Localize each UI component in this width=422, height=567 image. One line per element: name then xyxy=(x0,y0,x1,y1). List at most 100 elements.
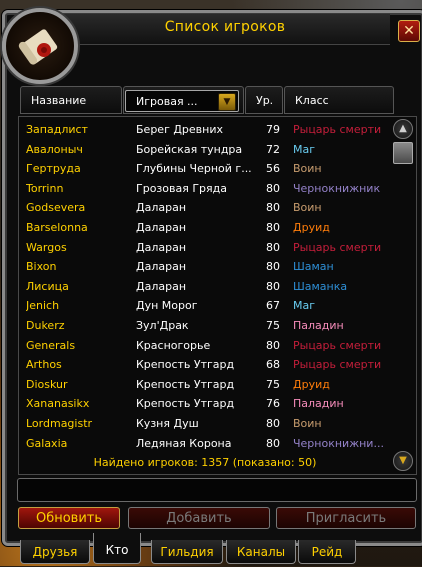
player-zone: Грозовая Гряда xyxy=(136,181,227,195)
player-zone: Борейская тундра xyxy=(136,142,243,156)
player-class: Рыцарь смерти xyxy=(293,123,382,136)
tab-who[interactable]: Кто xyxy=(93,533,141,564)
table-row[interactable]: Generals Красногорье 80 Рыцарь смерти xyxy=(20,336,390,356)
player-class: Рыцарь смерти xyxy=(293,338,382,352)
player-name: Godsevera xyxy=(26,201,86,215)
table-row[interactable]: Dukerz Зул'Драк 75 Паладин xyxy=(20,316,390,336)
tab-channels[interactable]: Каналы xyxy=(226,540,296,564)
player-zone: Глубины Черной г... xyxy=(136,162,252,176)
zone-column-label: Игровая ... xyxy=(136,95,198,108)
table-row[interactable]: Лисица Даларан 80 Шаманка xyxy=(20,277,390,297)
window-title: Список игроков xyxy=(164,19,286,35)
player-class: Друид xyxy=(293,377,330,391)
scroll-thumb[interactable] xyxy=(393,142,413,164)
invite-button: Пригласить xyxy=(276,507,416,529)
player-zone: Кузня Душ xyxy=(136,417,199,430)
player-level: 80 xyxy=(266,279,280,293)
table-row[interactable]: Западлист Берег Древних 79 Рыцарь смерти xyxy=(20,120,390,140)
table-row[interactable]: Bixon Даларан 80 Шаман xyxy=(20,257,390,277)
list-scrollbar[interactable]: ▲ ▼ xyxy=(391,117,413,472)
table-row[interactable]: Torrinn Грозовая Гряда 80 Чернокнижник xyxy=(20,179,390,199)
scroll-up-icon[interactable]: ▲ xyxy=(393,119,413,139)
player-class: Шаманка xyxy=(293,279,348,293)
player-class: Чернокнижни... xyxy=(293,436,384,450)
player-level: 80 xyxy=(266,240,280,254)
player-level: 80 xyxy=(266,260,280,274)
player-level: 75 xyxy=(266,377,280,391)
player-level: 80 xyxy=(266,221,280,234)
column-header-name[interactable]: Название xyxy=(20,86,122,114)
player-level: 75 xyxy=(266,319,280,332)
column-header-class[interactable]: Класс xyxy=(284,86,394,114)
table-row[interactable]: Wargos Даларан 80 Рыцарь смерти xyxy=(20,238,390,258)
column-header-level[interactable]: Ур. xyxy=(245,86,283,114)
table-row[interactable]: Dioskur Крепость Утгард 75 Друид xyxy=(20,375,390,395)
player-zone: Даларан xyxy=(136,221,187,234)
table-row[interactable]: Авалоныч Борейская тундра 72 Маг xyxy=(20,140,390,160)
player-class: Друид xyxy=(293,221,330,234)
player-class: Маг xyxy=(293,142,316,156)
player-zone: Крепость Утгард xyxy=(136,377,235,391)
player-name: Авалоныч xyxy=(26,142,83,156)
player-level: 56 xyxy=(266,162,280,176)
table-row[interactable]: Godsevera Даларан 80 Воин xyxy=(20,198,390,218)
player-name: Лисица xyxy=(26,279,69,293)
player-class: Чернокнижник xyxy=(293,181,381,195)
chevron-down-icon: ▼ xyxy=(218,93,236,111)
player-zone: Даларан xyxy=(136,240,187,254)
player-class: Паладин xyxy=(293,319,344,332)
player-name: Западлист xyxy=(26,123,88,136)
player-class: Маг xyxy=(293,299,316,313)
table-row[interactable]: Xananasikx Крепость Утгард 76 Паладин xyxy=(20,394,390,414)
player-zone: Красногорье xyxy=(136,338,211,352)
zone-column-dropdown[interactable]: Игровая ... ▼ xyxy=(125,90,239,112)
player-level: 76 xyxy=(266,397,280,411)
player-level: 79 xyxy=(266,123,280,136)
player-class: Воин xyxy=(293,417,322,430)
player-level: 80 xyxy=(266,436,280,450)
player-name: Barselonna xyxy=(26,221,88,234)
table-row[interactable]: Galaxia Ледяная Корона 80 Чернокнижни... xyxy=(20,434,390,454)
player-name: Generals xyxy=(26,338,76,352)
player-name: Гертруда xyxy=(26,162,81,176)
table-row[interactable]: Arthos Крепость Утгард 68 Рыцарь смерти xyxy=(20,355,390,375)
refresh-button[interactable]: Обновить xyxy=(18,507,120,529)
player-level: 80 xyxy=(266,201,280,215)
players-found-count: Найдено игроков: 1357 (показано: 50) xyxy=(93,456,317,469)
search-input[interactable] xyxy=(17,478,417,502)
player-class: Шаман xyxy=(293,260,334,274)
player-level: 72 xyxy=(266,142,280,156)
table-row[interactable]: Jenich Дун Морог 67 Маг xyxy=(20,296,390,316)
player-level: 80 xyxy=(266,338,280,352)
table-row[interactable]: Barselonna Даларан 80 Друид xyxy=(20,218,390,238)
player-name: Xananasikx xyxy=(26,397,90,411)
player-name: Arthos xyxy=(26,358,62,372)
player-level: 80 xyxy=(266,181,280,195)
player-class: Паладин xyxy=(293,397,344,411)
table-row[interactable]: Lordmagistr Кузня Душ 80 Воин xyxy=(20,414,390,434)
player-name: Jenich xyxy=(26,299,60,313)
player-zone: Зул'Драк xyxy=(136,319,189,332)
player-name: Dukerz xyxy=(26,319,65,332)
player-name: Lordmagistr xyxy=(26,417,93,430)
add-button: Добавить xyxy=(128,507,270,529)
close-button[interactable]: ✕ xyxy=(398,20,420,42)
player-class: Рыцарь смерти xyxy=(293,240,382,254)
player-level: 67 xyxy=(266,299,280,313)
tab-guild[interactable]: Гильдия xyxy=(151,540,223,564)
player-name: Dioskur xyxy=(26,377,68,391)
player-name: Torrinn xyxy=(26,181,64,195)
player-class: Воин xyxy=(293,162,322,176)
player-class: Воин xyxy=(293,201,322,215)
tab-raid[interactable]: Рейд xyxy=(298,540,356,564)
scroll-portrait-icon xyxy=(2,8,78,84)
player-name: Wargos xyxy=(26,240,67,254)
player-name: Galaxia xyxy=(26,436,68,450)
player-class: Рыцарь смерти xyxy=(293,358,382,372)
scroll-down-icon[interactable]: ▼ xyxy=(393,451,413,471)
player-zone: Крепость Утгард xyxy=(136,397,235,411)
player-zone: Ледяная Корона xyxy=(136,436,232,450)
tab-friends[interactable]: Друзья xyxy=(20,540,90,564)
table-row[interactable]: Гертруда Глубины Черной г... 56 Воин xyxy=(20,159,390,179)
player-zone: Крепость Утгард xyxy=(136,358,235,372)
